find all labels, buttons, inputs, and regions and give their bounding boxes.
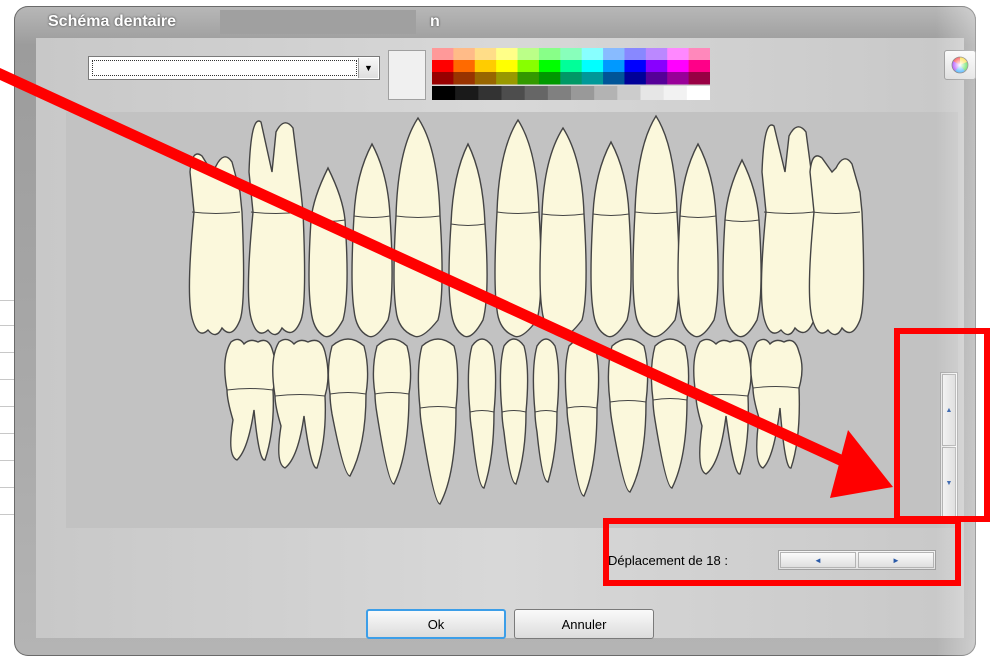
palette-color-cell[interactable] <box>432 48 454 61</box>
palette-gray-cell[interactable] <box>663 86 688 100</box>
palette-gray-cell[interactable] <box>640 86 665 100</box>
palette-color-cell[interactable] <box>496 72 519 85</box>
palette-color-cell[interactable] <box>581 60 604 73</box>
upper-tooth[interactable] <box>722 158 762 338</box>
palette-color-cell[interactable] <box>517 48 540 61</box>
tooth-selector-combo[interactable]: ▼ <box>88 56 380 80</box>
palette-color-cell[interactable] <box>474 72 497 85</box>
combo-value <box>92 60 357 76</box>
palette-color-cell[interactable] <box>538 60 561 73</box>
upper-tooth[interactable] <box>247 120 306 336</box>
upper-teeth-row <box>188 114 865 338</box>
lower-tooth[interactable] <box>467 338 497 489</box>
palette-color-cell[interactable] <box>517 72 540 85</box>
upper-tooth[interactable] <box>308 166 348 338</box>
palette-color-cell[interactable] <box>624 48 647 61</box>
palette-color-cell[interactable] <box>538 72 561 85</box>
palette-color-cell[interactable] <box>603 60 625 73</box>
upper-tooth[interactable] <box>632 114 680 338</box>
color-palette[interactable] <box>432 48 710 100</box>
upper-tooth[interactable] <box>188 153 245 336</box>
dialog-title: Schéma dentaire <box>48 13 177 30</box>
teeth-diagram <box>188 114 865 505</box>
dialog-title-suffix: n <box>430 13 440 30</box>
annotation-box-scrollbar <box>894 328 990 522</box>
palette-gray-cell[interactable] <box>617 86 641 100</box>
palette-color-cell[interactable] <box>667 60 690 73</box>
palette-color-cell[interactable] <box>624 72 647 85</box>
palette-gray-cell[interactable] <box>455 86 479 100</box>
upper-tooth[interactable] <box>677 142 719 338</box>
palette-gray-cell[interactable] <box>524 86 549 100</box>
palette-color-cell[interactable] <box>474 48 497 61</box>
palette-color-cell[interactable] <box>688 48 710 61</box>
chevron-down-icon[interactable]: ▼ <box>358 58 378 78</box>
palette-color-cell[interactable] <box>688 72 710 85</box>
dental-chart-canvas[interactable] <box>66 112 958 528</box>
palette-gray-cell[interactable] <box>432 86 456 100</box>
upper-tooth[interactable] <box>760 124 819 336</box>
upper-tooth[interactable] <box>393 116 443 338</box>
annotation-box-displacement <box>603 518 961 586</box>
palette-color-cell[interactable] <box>453 48 476 61</box>
palette-color-cell[interactable] <box>453 72 476 85</box>
palette-color-cell[interactable] <box>432 72 454 85</box>
palette-color-cell[interactable] <box>645 72 668 85</box>
palette-color-cell[interactable] <box>603 72 625 85</box>
palette-color-cell[interactable] <box>667 48 690 61</box>
palette-color-cell[interactable] <box>538 48 561 61</box>
palette-color-cell[interactable] <box>496 60 519 73</box>
upper-tooth[interactable] <box>448 142 488 338</box>
upper-tooth[interactable] <box>808 155 865 336</box>
upper-tooth[interactable] <box>351 142 393 338</box>
lower-tooth[interactable] <box>417 338 459 505</box>
redacted-title-part <box>220 10 416 34</box>
lower-tooth[interactable] <box>650 338 690 489</box>
palette-gray-cell[interactable] <box>501 86 526 100</box>
upper-tooth[interactable] <box>590 140 632 338</box>
cancel-button[interactable]: Annuler <box>514 609 654 639</box>
palette-color-cell[interactable] <box>688 60 710 73</box>
lower-tooth[interactable] <box>224 338 277 461</box>
palette-color-cell[interactable] <box>474 60 497 73</box>
palette-color-cell[interactable] <box>645 60 668 73</box>
palette-gray-cell[interactable] <box>478 86 502 100</box>
palette-color-cell[interactable] <box>560 72 583 85</box>
palette-color-cell[interactable] <box>453 60 476 73</box>
palette-color-cell[interactable] <box>432 60 454 73</box>
upper-tooth[interactable] <box>539 126 587 338</box>
selected-color-swatch[interactable] <box>388 50 426 100</box>
lower-tooth[interactable] <box>372 338 412 485</box>
color-picker-button[interactable] <box>944 50 976 80</box>
ok-button[interactable]: Ok <box>366 609 506 639</box>
palette-gray-cell[interactable] <box>594 86 618 100</box>
palette-color-cell[interactable] <box>624 60 647 73</box>
palette-color-cell[interactable] <box>603 48 625 61</box>
lower-tooth[interactable] <box>327 338 369 477</box>
lower-tooth[interactable] <box>607 338 649 493</box>
lower-tooth[interactable] <box>693 338 752 475</box>
palette-color-cell[interactable] <box>517 60 540 73</box>
lower-teeth-row <box>224 338 803 505</box>
palette-color-cell[interactable] <box>581 72 604 85</box>
palette-gray-cell[interactable] <box>547 86 572 100</box>
palette-color-cell[interactable] <box>581 48 604 61</box>
palette-color-cell[interactable] <box>560 48 583 61</box>
palette-gray-cell[interactable] <box>571 86 595 100</box>
palette-color-cell[interactable] <box>645 48 668 61</box>
palette-color-cell[interactable] <box>667 72 690 85</box>
palette-color-cell[interactable] <box>496 48 519 61</box>
palette-color-cell[interactable] <box>560 60 583 73</box>
palette-gray-cell[interactable] <box>686 86 710 100</box>
upper-tooth[interactable] <box>494 118 542 338</box>
lower-tooth[interactable] <box>272 338 329 469</box>
lower-tooth[interactable] <box>564 338 600 497</box>
lower-tooth[interactable] <box>750 338 803 469</box>
color-wheel-icon <box>951 56 969 74</box>
